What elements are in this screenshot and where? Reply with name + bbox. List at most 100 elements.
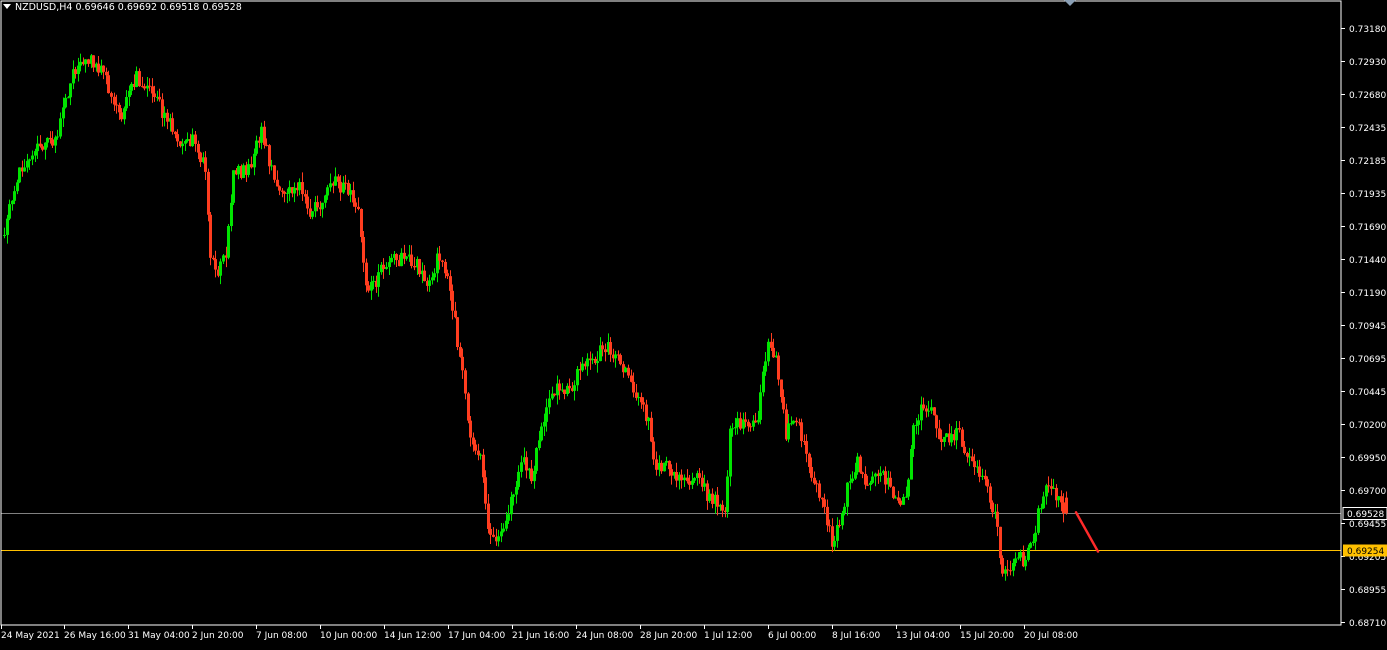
candle-body <box>698 473 701 478</box>
candle-body <box>227 226 230 258</box>
x-tick-label: 15 Jul 20:00 <box>960 631 1014 641</box>
candle-body <box>311 211 314 217</box>
chart-window[interactable]: 0.73180 0.72930 0.72680 0.72435 0.72185 0.719… <box>0 0 1387 646</box>
candle-body <box>716 494 719 507</box>
candle-body <box>968 456 971 458</box>
candle-body <box>489 528 492 535</box>
candle-body <box>237 165 240 175</box>
candle-body <box>1024 559 1027 567</box>
close-price: 0.69528 <box>202 2 242 13</box>
candle-body <box>382 264 385 269</box>
candle-body <box>441 260 444 262</box>
y-tick-label: 0.72185 <box>1349 157 1386 167</box>
collapse-triangle-icon[interactable] <box>3 4 11 9</box>
x-tick-label: 7 Jun 08:00 <box>256 631 308 641</box>
candle-body <box>683 477 686 481</box>
candle-body <box>663 462 666 472</box>
candle-body <box>826 506 829 526</box>
candlestick-chart[interactable]: 0.73180 0.72930 0.72680 0.72435 0.72185 0.719… <box>0 0 1387 646</box>
x-tick-label: 13 Jul 04:00 <box>896 631 950 641</box>
candle-body <box>637 397 640 399</box>
candle-body <box>782 397 785 410</box>
candle-body <box>46 137 49 143</box>
candle-body <box>897 497 900 501</box>
candle-body <box>1062 502 1065 514</box>
candle-body <box>1032 541 1035 544</box>
candle-body <box>492 534 495 537</box>
level-price-tag-label: 0.69254 <box>1347 547 1384 557</box>
candle-body <box>604 349 607 353</box>
candle-body <box>286 192 289 194</box>
candle-body <box>520 462 523 472</box>
candle-body <box>818 483 821 498</box>
candle-body <box>1042 496 1045 509</box>
candle-body <box>13 191 16 201</box>
candle-body <box>961 429 964 447</box>
candle-body <box>986 479 989 487</box>
y-tick-label: 0.73180 <box>1349 25 1386 35</box>
candle-body <box>354 202 357 207</box>
candle-body <box>26 160 29 168</box>
y-tick-label: 0.69950 <box>1349 454 1386 464</box>
candle-body <box>171 118 174 132</box>
candle-body <box>540 426 543 441</box>
candle-body <box>922 404 925 409</box>
candle-body <box>342 182 345 193</box>
candle-body <box>56 136 59 138</box>
candle-body <box>255 140 258 154</box>
candle-body <box>943 436 946 443</box>
candle-body <box>680 474 683 481</box>
candle-body <box>204 157 207 172</box>
candle-body <box>479 454 482 456</box>
low-price: 0.69518 <box>160 2 200 13</box>
candle-body <box>54 137 57 146</box>
candle-body <box>39 143 42 147</box>
candle-body <box>431 277 434 281</box>
candle-body <box>1060 496 1063 503</box>
current-price-tag-label: 0.69528 <box>1347 510 1384 520</box>
candle-body <box>130 83 133 91</box>
candle-body <box>321 202 324 210</box>
candle-body <box>92 55 95 68</box>
candle-body <box>933 407 936 416</box>
candle-body <box>581 363 584 371</box>
candle-body <box>74 69 77 75</box>
candle-body <box>283 191 286 194</box>
candle-body <box>958 428 961 430</box>
candle-body <box>329 183 332 188</box>
candle-body <box>194 134 197 144</box>
candle-body <box>553 393 556 396</box>
candle-body <box>991 502 994 513</box>
candle-body <box>849 481 852 483</box>
candle-body <box>955 428 958 441</box>
y-tick-label: 0.69455 <box>1349 520 1386 530</box>
candle-body <box>138 71 141 87</box>
candle-body <box>971 456 974 462</box>
candle-body <box>265 144 268 146</box>
candle-body <box>512 494 515 497</box>
candle-body <box>614 354 617 359</box>
candle-body <box>787 423 790 440</box>
candle-body <box>731 428 734 430</box>
candle-body <box>263 126 266 145</box>
candle-body <box>293 187 296 194</box>
candle-body <box>120 112 123 120</box>
candle-body <box>449 276 452 291</box>
candle-body <box>530 468 533 482</box>
candle-body <box>884 471 887 485</box>
x-tick-label: 20 Jul 08:00 <box>1024 631 1078 641</box>
candle-body <box>833 540 836 547</box>
candle-body <box>660 462 663 472</box>
candle-body <box>125 97 128 109</box>
candle-body <box>930 407 933 411</box>
chart-title-bar: NZDUSD,H4 0.69646 0.69692 0.69518 0.6952… <box>3 2 242 13</box>
candle-body <box>591 358 594 361</box>
candle-body <box>212 257 215 260</box>
candle-body <box>1019 551 1022 558</box>
candle-body <box>3 234 6 236</box>
candle-body <box>871 476 874 483</box>
candle-body <box>1065 497 1068 514</box>
candle-body <box>823 499 826 507</box>
candle-body <box>18 167 21 183</box>
candle-body <box>736 418 739 428</box>
